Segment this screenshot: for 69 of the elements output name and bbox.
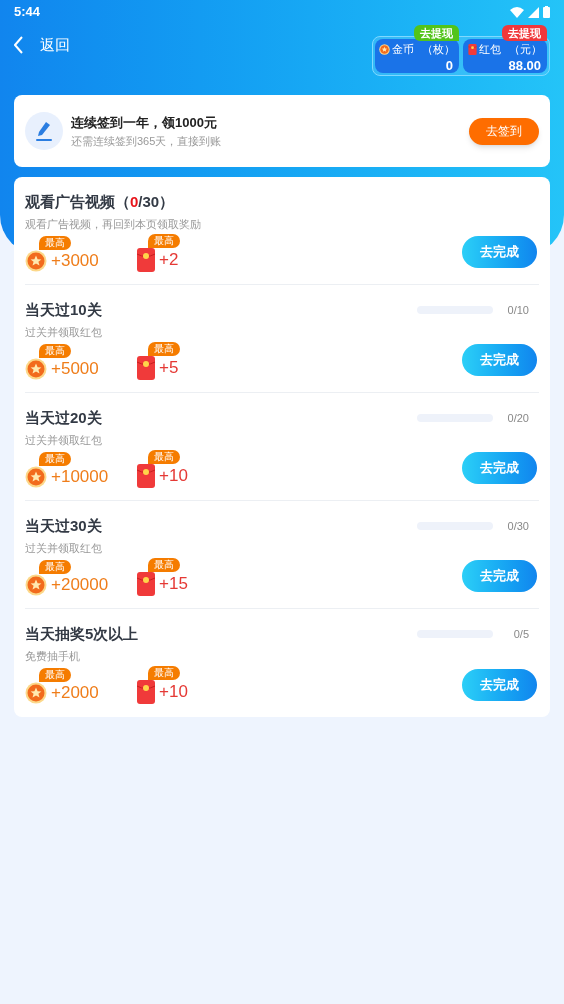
- max-badge: 最高: [39, 560, 71, 574]
- coin-icon: [25, 358, 47, 380]
- max-badge: 最高: [148, 342, 180, 356]
- signal-icon: [528, 6, 539, 18]
- max-badge: 最高: [39, 452, 71, 466]
- task-title: 当天过10关: [25, 300, 102, 320]
- balance-value: 88.00: [508, 57, 541, 73]
- envelope-reward: +10: [159, 466, 188, 486]
- pen-icon: [25, 112, 63, 150]
- signin-subtitle: 还需连续签到365天，直接到账: [71, 133, 223, 149]
- task-description: 过关并领取红包: [25, 432, 103, 448]
- signin-title: 连续签到一年，领1000元: [71, 114, 218, 132]
- progress-reading: 0/5: [512, 627, 529, 642]
- coin-reward: +10000: [51, 467, 109, 487]
- max-badge: 最高: [148, 666, 180, 680]
- task-title: 当天过20关: [25, 408, 102, 428]
- signin-button[interactable]: 去签到: [469, 117, 539, 145]
- coin-icon: [25, 682, 47, 704]
- max-badge: 最高: [39, 668, 71, 682]
- back-button[interactable]: 返回: [14, 34, 70, 57]
- envelope-icon: [468, 43, 477, 55]
- envelope-reward: +5: [159, 358, 179, 378]
- max-badge: 最高: [39, 236, 71, 250]
- battery-icon: [543, 6, 550, 18]
- task-description: 过关并领取红包: [25, 540, 103, 556]
- envelope-reward: +10: [159, 682, 188, 702]
- coin-icon: [379, 43, 390, 55]
- progress-reading: 0/30: [506, 519, 529, 534]
- complete-button[interactable]: 去完成: [462, 669, 537, 701]
- task-title: 观看广告视频（0/30）: [25, 192, 175, 212]
- task-title: 当天抽奖5次以上: [25, 624, 139, 644]
- task-title: 当天过30关: [25, 516, 102, 536]
- back-icon: [14, 36, 24, 55]
- progress-reading: 0/10: [506, 303, 529, 318]
- max-badge: 最高: [148, 234, 180, 248]
- progress-reading: 0/20: [506, 411, 529, 426]
- envelope-icon: [137, 680, 155, 704]
- coin-reward: +3000: [51, 251, 99, 271]
- coin-reward: +2000: [51, 683, 99, 703]
- envelope-icon: [137, 356, 155, 380]
- task-description: 免费抽手机: [25, 648, 81, 664]
- task-description: 观看广告视频，再回到本页领取奖励: [25, 216, 202, 232]
- complete-button[interactable]: 去完成: [462, 560, 537, 592]
- coin-icon: [25, 250, 47, 272]
- withdraw-badge[interactable]: 去提现: [502, 25, 547, 41]
- status-time: 5:44: [14, 3, 41, 22]
- task-description: 过关并领取红包: [25, 324, 103, 340]
- max-badge: 最高: [39, 344, 71, 358]
- envelope-reward: +15: [159, 574, 188, 594]
- envelope-icon: [137, 572, 155, 596]
- max-badge: 最高: [148, 558, 180, 572]
- coin-icon: [25, 574, 47, 596]
- balance-value: 0: [445, 57, 453, 73]
- coin-icon: [25, 466, 47, 488]
- complete-button[interactable]: 去完成: [462, 236, 537, 268]
- complete-button[interactable]: 去完成: [462, 344, 537, 376]
- withdraw-badge[interactable]: 去提现: [414, 25, 459, 41]
- envelope-reward: +2: [159, 250, 179, 270]
- coin-reward: +20000: [51, 575, 109, 595]
- envelope-icon: [137, 464, 155, 488]
- balance-label: 红包: [479, 42, 501, 57]
- balance-unit: （枚）: [422, 42, 455, 57]
- balance-unit: （元）: [509, 42, 542, 57]
- complete-button[interactable]: 去完成: [462, 452, 537, 484]
- max-badge: 最高: [148, 450, 180, 464]
- envelope-icon: [137, 248, 155, 272]
- wifi-icon: [510, 6, 524, 18]
- coin-reward: +5000: [51, 359, 99, 379]
- balance-label: 金币: [392, 42, 414, 57]
